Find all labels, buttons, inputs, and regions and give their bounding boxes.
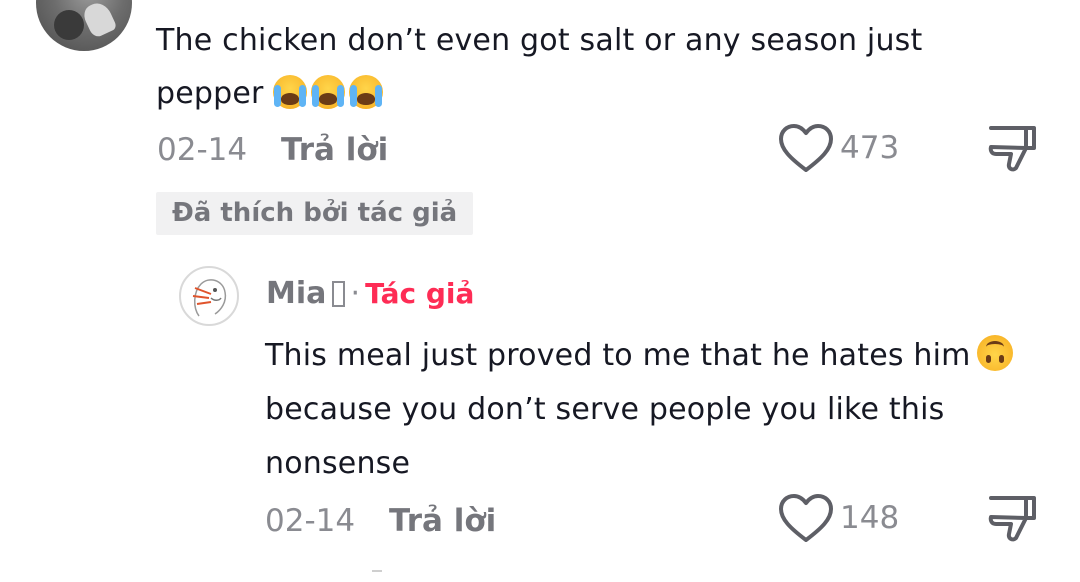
dislike-button[interactable]	[986, 124, 1038, 174]
loudly-crying-face-icon	[311, 75, 346, 109]
heart-outline-icon	[779, 494, 833, 542]
avatar-image-detail	[54, 10, 84, 40]
thumbs-down-icon	[988, 126, 1036, 172]
heart-outline-icon	[779, 124, 833, 172]
loudly-crying-face-icon	[273, 75, 308, 109]
thumbs-down-icon	[988, 496, 1036, 542]
loudly-crying-face-icon	[349, 75, 384, 109]
reply-text-line: nonsense	[265, 446, 411, 481]
like-count: 148	[840, 500, 900, 536]
reply-avatar[interactable]	[179, 266, 239, 326]
unknown-glyph-icon	[332, 281, 346, 307]
sketch-face-avatar-icon	[192, 279, 227, 317]
upside-down-face-icon	[976, 335, 1013, 371]
like-count: 473	[840, 130, 900, 166]
next-item-edge	[372, 570, 382, 582]
reply-date: 02-14	[265, 503, 356, 539]
reply-header: Mia · Tác giả	[266, 276, 474, 311]
author-tag: Tác giả	[365, 277, 475, 310]
reply-text-line-with-emoji: This meal just proved to me that he hate…	[265, 329, 1013, 382]
comment-text-line: pepper	[156, 76, 264, 111]
reply-text-line: This meal just proved to me that he hate…	[265, 338, 971, 373]
reply-text-line: because you don’t serve people you like …	[265, 392, 945, 427]
avatar-image-detail	[80, 0, 118, 39]
commenter-avatar[interactable]	[36, 0, 132, 51]
reply-button[interactable]: Trả lời	[281, 132, 388, 168]
like-button[interactable]	[778, 124, 834, 174]
comment-text-line: The chicken don’t even got salt or any s…	[156, 23, 923, 58]
username[interactable]: Mia	[266, 276, 326, 311]
reply-button[interactable]: Trả lời	[389, 503, 496, 539]
dislike-button[interactable]	[986, 494, 1038, 544]
comment-text-line-with-emoji: pepper	[156, 67, 387, 120]
comment-date: 02-14	[157, 132, 248, 168]
liked-by-author-badge: Đã thích bởi tác giả	[156, 192, 474, 235]
separator: ·	[350, 276, 361, 311]
like-button[interactable]	[778, 494, 834, 544]
